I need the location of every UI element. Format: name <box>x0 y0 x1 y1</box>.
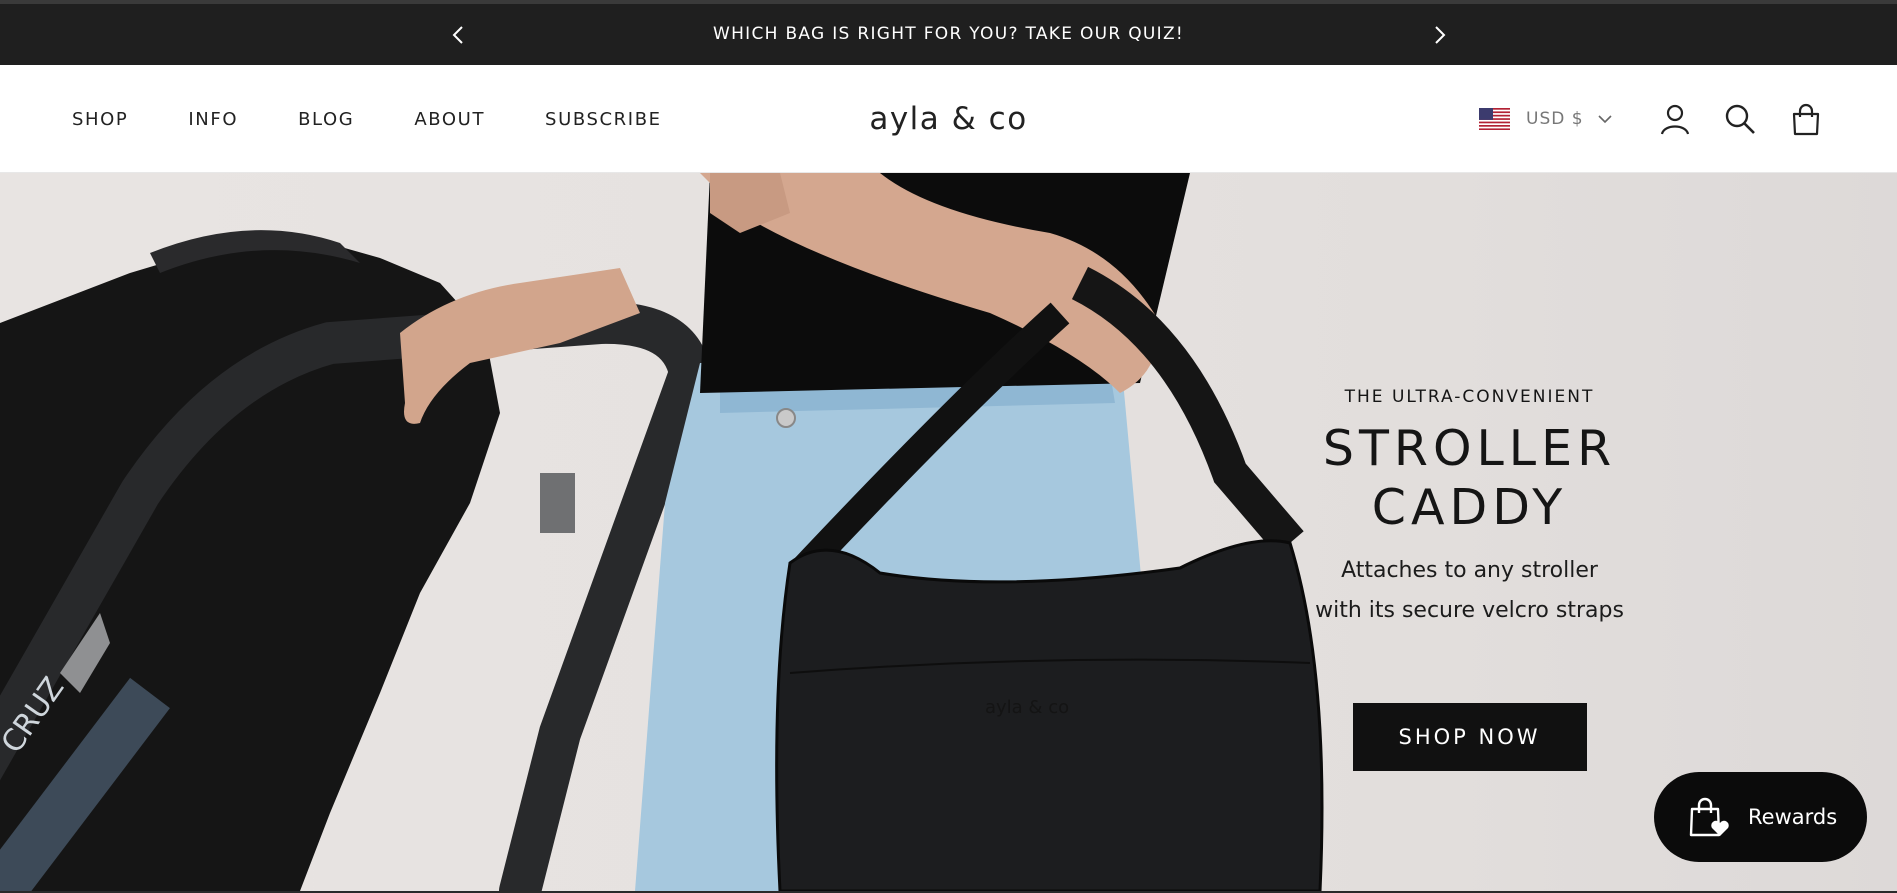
nav-shop[interactable]: SHOP <box>72 109 128 130</box>
announcement-bar: WHICH BAG IS RIGHT FOR YOU? TAKE OUR QUI… <box>0 4 1897 65</box>
bag-imprint-text: ayla & co <box>985 697 1069 718</box>
hero-headline-line1: STROLLER <box>1322 420 1617 477</box>
account-icon[interactable] <box>1658 102 1692 136</box>
nav-about[interactable]: ABOUT <box>414 109 485 130</box>
shopping-bag-heart-icon <box>1689 797 1729 837</box>
hero-subtitle-line2: with its secure velcro straps <box>1315 598 1624 623</box>
hero-content: THE ULTRA-CONVENIENT STROLLER CADDY Atta… <box>1307 387 1632 771</box>
chevron-down-icon <box>1597 115 1612 124</box>
hero-headline-line2: CADDY <box>1371 479 1568 536</box>
chevron-right-icon[interactable] <box>1428 24 1450 46</box>
jeans-button <box>776 408 796 428</box>
chevron-left-icon[interactable] <box>448 24 470 46</box>
nav-info[interactable]: INFO <box>188 109 238 130</box>
rewards-label: Rewards <box>1748 805 1838 829</box>
us-flag-icon <box>1479 108 1510 130</box>
rewards-button[interactable]: Rewards <box>1654 772 1867 862</box>
announcement-message[interactable]: WHICH BAG IS RIGHT FOR YOU? TAKE OUR QUI… <box>0 4 1897 65</box>
hero-headline: STROLLER CADDY <box>1307 419 1632 537</box>
hero-subtitle-line1: Attaches to any stroller <box>1341 558 1598 583</box>
hero-eyebrow: THE ULTRA-CONVENIENT <box>1344 387 1595 407</box>
site-header: SHOP INFO BLOG ABOUT SUBSCRIBE ayla & co… <box>0 65 1897 173</box>
main-nav: SHOP INFO BLOG ABOUT SUBSCRIBE <box>72 65 722 173</box>
stroller-joint-right <box>540 473 575 533</box>
cart-bag-icon[interactable] <box>1789 102 1823 136</box>
hero-subtitle: Attaches to any stroller with its secure… <box>1307 551 1632 631</box>
nav-subscribe[interactable]: SUBSCRIBE <box>545 109 662 130</box>
nav-blog[interactable]: BLOG <box>298 109 354 130</box>
hero-banner: CRUZ ayla & co THE ULTRA-CONVENIENT STRO… <box>0 173 1897 891</box>
currency-selector[interactable]: USD $ <box>1479 103 1612 135</box>
shop-now-button[interactable]: SHOP NOW <box>1352 703 1587 771</box>
currency-label: USD $ <box>1526 109 1584 129</box>
search-icon[interactable] <box>1723 102 1757 136</box>
